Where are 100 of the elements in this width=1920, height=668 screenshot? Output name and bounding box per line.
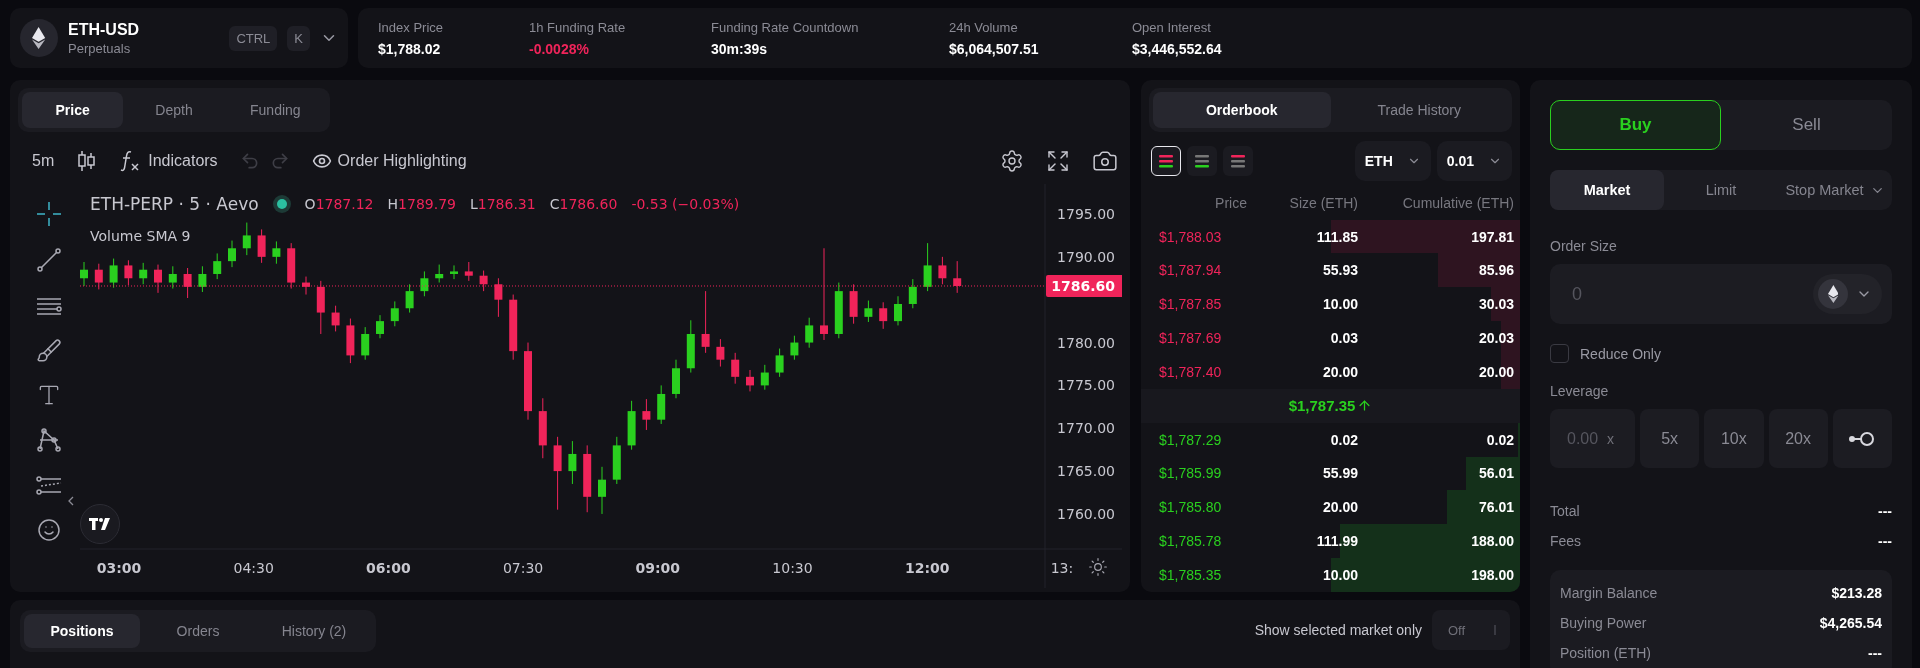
price-axis-label: 1795.00 bbox=[1056, 206, 1115, 222]
leverage-field[interactable]: 0.00 x bbox=[1550, 409, 1635, 468]
candle bbox=[213, 252, 222, 280]
interval-button[interactable]: 5m bbox=[32, 152, 55, 170]
candle bbox=[834, 282, 843, 339]
market-filter-toggle[interactable]: Off bbox=[1432, 610, 1510, 650]
mid-price: $1,787.35 bbox=[1288, 397, 1356, 415]
candle bbox=[509, 294, 518, 361]
time-axis-label: 09:00 bbox=[635, 560, 680, 576]
smiley-icon[interactable] bbox=[36, 518, 61, 542]
candle bbox=[405, 283, 414, 314]
indicators-button[interactable]: Indicators bbox=[118, 149, 218, 173]
checkbox-label: Reduce Only bbox=[1580, 345, 1661, 362]
ohlc-value: L1786.31 bbox=[469, 196, 536, 212]
order-cumulative: 198.00 bbox=[1470, 567, 1514, 583]
candle bbox=[227, 240, 236, 268]
order-size: 111.85 bbox=[1315, 228, 1358, 245]
market-type: Perpetuals bbox=[68, 40, 132, 56]
asset-picker[interactable] bbox=[1813, 274, 1882, 314]
candles-icon[interactable] bbox=[76, 150, 97, 172]
logo-icon[interactable] bbox=[80, 504, 120, 544]
expand-icon[interactable] bbox=[1046, 149, 1070, 173]
order-highlighting-button[interactable]: Order Highlighting bbox=[311, 151, 467, 171]
chart-tab[interactable]: Price bbox=[22, 92, 124, 128]
candle bbox=[139, 262, 148, 285]
book-view-icon[interactable] bbox=[1151, 145, 1181, 176]
candle bbox=[375, 314, 384, 339]
order-size: 10.00 bbox=[1321, 567, 1358, 583]
account-label: Position (ETH) bbox=[1560, 645, 1652, 661]
candle bbox=[464, 261, 473, 282]
ohlc-value: O1787.12 bbox=[304, 196, 374, 212]
orderbook-tab[interactable]: Orderbook bbox=[1153, 92, 1331, 128]
live-status-icon bbox=[272, 195, 291, 213]
candle bbox=[716, 338, 725, 368]
time-axis-label: 10:30 bbox=[772, 560, 813, 576]
stat-value: $1,788.02 bbox=[378, 40, 442, 57]
order-size: 55.93 bbox=[1321, 262, 1358, 279]
order-cumulative: 30.03 bbox=[1477, 296, 1514, 313]
nodes-icon[interactable] bbox=[34, 426, 63, 454]
chart-tab[interactable]: Funding bbox=[224, 92, 326, 128]
price-axis-label: 1770.00 bbox=[1056, 420, 1115, 437]
chart-tab[interactable]: Depth bbox=[123, 92, 225, 128]
candle bbox=[124, 259, 133, 286]
stat-value: -0.0028% bbox=[529, 40, 590, 57]
candle bbox=[109, 258, 118, 289]
stat-value: $3,446,552.64 bbox=[1132, 40, 1223, 57]
order-type-tab[interactable]: Limit bbox=[1664, 170, 1778, 210]
sun-icon[interactable] bbox=[1088, 557, 1108, 577]
side-button[interactable]: Buy bbox=[1550, 100, 1721, 150]
order-type-tab[interactable]: Market bbox=[1550, 170, 1664, 210]
price-change: -0.53 (−0.03%) bbox=[631, 196, 740, 212]
candle bbox=[420, 270, 429, 297]
order-size: 111.99 bbox=[1315, 533, 1358, 550]
candle bbox=[938, 256, 947, 285]
order-size: 20.00 bbox=[1321, 499, 1358, 516]
leverage-input[interactable]: 0.00 bbox=[1565, 428, 1603, 449]
order-size-input[interactable]: 0 bbox=[1570, 282, 1813, 306]
candle bbox=[701, 290, 710, 354]
ethereum-logo-icon bbox=[1827, 285, 1839, 303]
brush-icon[interactable] bbox=[35, 338, 62, 364]
candle bbox=[627, 400, 636, 451]
positions-tab[interactable]: History (2) bbox=[256, 614, 372, 648]
order-type-tab[interactable]: Stop Market bbox=[1778, 170, 1892, 210]
settings-icon[interactable] bbox=[1000, 149, 1024, 173]
column-header: Size (ETH) bbox=[1288, 194, 1358, 211]
order-price: $1,787.40 bbox=[1159, 363, 1223, 380]
candle bbox=[568, 440, 577, 485]
candle bbox=[257, 228, 266, 264]
leverage-preset[interactable]: 20x bbox=[1768, 409, 1828, 468]
side-button[interactable]: Sell bbox=[1721, 100, 1892, 150]
leverage-preset[interactable]: 5x bbox=[1640, 409, 1700, 468]
candle bbox=[731, 352, 740, 385]
candle bbox=[864, 300, 873, 323]
stat-label: Index Price bbox=[378, 19, 445, 35]
slider-icon[interactable] bbox=[1832, 409, 1892, 468]
candle bbox=[597, 466, 606, 515]
asset-dropdown[interactable]: ETH bbox=[1354, 140, 1431, 181]
price-axis-label: 1775.00 bbox=[1056, 377, 1115, 394]
leverage-preset[interactable]: 10x bbox=[1704, 409, 1764, 468]
order-size-field[interactable]: 0 bbox=[1550, 264, 1892, 324]
positions-tab[interactable]: Orders bbox=[140, 614, 256, 648]
chart-symbol: ETH-PERP · 5 · Aevo bbox=[90, 194, 259, 214]
time-axis-label: 07:30 bbox=[502, 560, 544, 576]
candle bbox=[583, 444, 592, 513]
candle bbox=[198, 265, 207, 293]
crosshair-icon[interactable] bbox=[34, 200, 63, 228]
trend-line-icon[interactable] bbox=[34, 246, 63, 274]
candle bbox=[346, 318, 355, 364]
book-view-icon[interactable] bbox=[1187, 145, 1217, 176]
field-label: Leverage bbox=[1550, 383, 1610, 399]
filter-label: Show selected market only bbox=[1254, 622, 1422, 638]
stat-label: 24h Volume bbox=[949, 19, 1019, 35]
column-header: Price bbox=[1214, 194, 1247, 211]
reduce-only-checkbox[interactable] bbox=[1550, 344, 1569, 363]
tick-size-dropdown[interactable]: 0.01 bbox=[1436, 140, 1512, 181]
order-price: $1,785.99 bbox=[1159, 465, 1223, 482]
positions-tab[interactable]: Positions bbox=[24, 614, 140, 648]
ohlc-value: C1786.60 bbox=[549, 196, 618, 212]
order-price: $1,787.85 bbox=[1159, 296, 1223, 313]
orderbook-tab[interactable]: Trade History bbox=[1330, 92, 1508, 128]
